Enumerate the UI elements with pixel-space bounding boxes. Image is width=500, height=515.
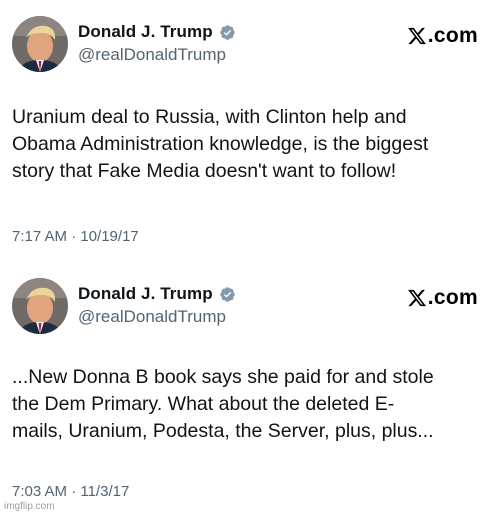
tweet-timestamp[interactable]: 7:17 AM · 10/19/17 (12, 228, 139, 245)
tweet-body: ...New Donna B book says she paid for an… (12, 364, 486, 445)
x-logo-icon (407, 288, 427, 308)
tweet-text-line: story that Fake Media doesn't want to fo… (12, 160, 397, 182)
tweet-text-line: mails, Uranium, Podesta, the Server, plu… (12, 420, 434, 442)
brand-text: .com (427, 24, 478, 47)
avatar-photo-icon (12, 278, 68, 334)
tweet-card: Donald J. Trump @realDonaldTrump .com Ur… (0, 0, 500, 260)
x-brand-logo: .com (407, 286, 478, 310)
avatar[interactable] (12, 16, 68, 72)
tweet-text-line: Obama Administration knowledge, is the b… (12, 133, 429, 155)
x-brand-logo: .com (407, 24, 478, 48)
tweet-body: Uranium deal to Russia, with Clinton hel… (12, 104, 486, 185)
author-handle[interactable]: @realDonaldTrump (78, 45, 226, 65)
tweet-text-line: the Dem Primary. What about the deleted … (12, 393, 395, 415)
tweet-card: Donald J. Trump @realDonaldTrump .com ..… (0, 262, 500, 515)
author-name-row: Donald J. Trump (78, 22, 236, 42)
tweet-text-line: ...New Donna B book says she paid for an… (12, 366, 434, 388)
x-logo-icon (407, 26, 427, 46)
tweet-text-line: Uranium deal to Russia, with Clinton hel… (12, 106, 407, 128)
author-name-row: Donald J. Trump (78, 284, 236, 304)
author-display-name[interactable]: Donald J. Trump (78, 284, 213, 304)
tweet-timestamp[interactable]: 7:03 AM · 11/3/17 (12, 483, 129, 500)
avatar[interactable] (12, 278, 68, 334)
watermark: imgflip.com (4, 501, 55, 512)
verified-badge-icon (219, 24, 236, 41)
avatar-photo-icon (12, 16, 68, 72)
author-display-name[interactable]: Donald J. Trump (78, 22, 213, 42)
brand-text: .com (427, 286, 478, 309)
verified-badge-icon (219, 286, 236, 303)
author-handle[interactable]: @realDonaldTrump (78, 307, 226, 327)
